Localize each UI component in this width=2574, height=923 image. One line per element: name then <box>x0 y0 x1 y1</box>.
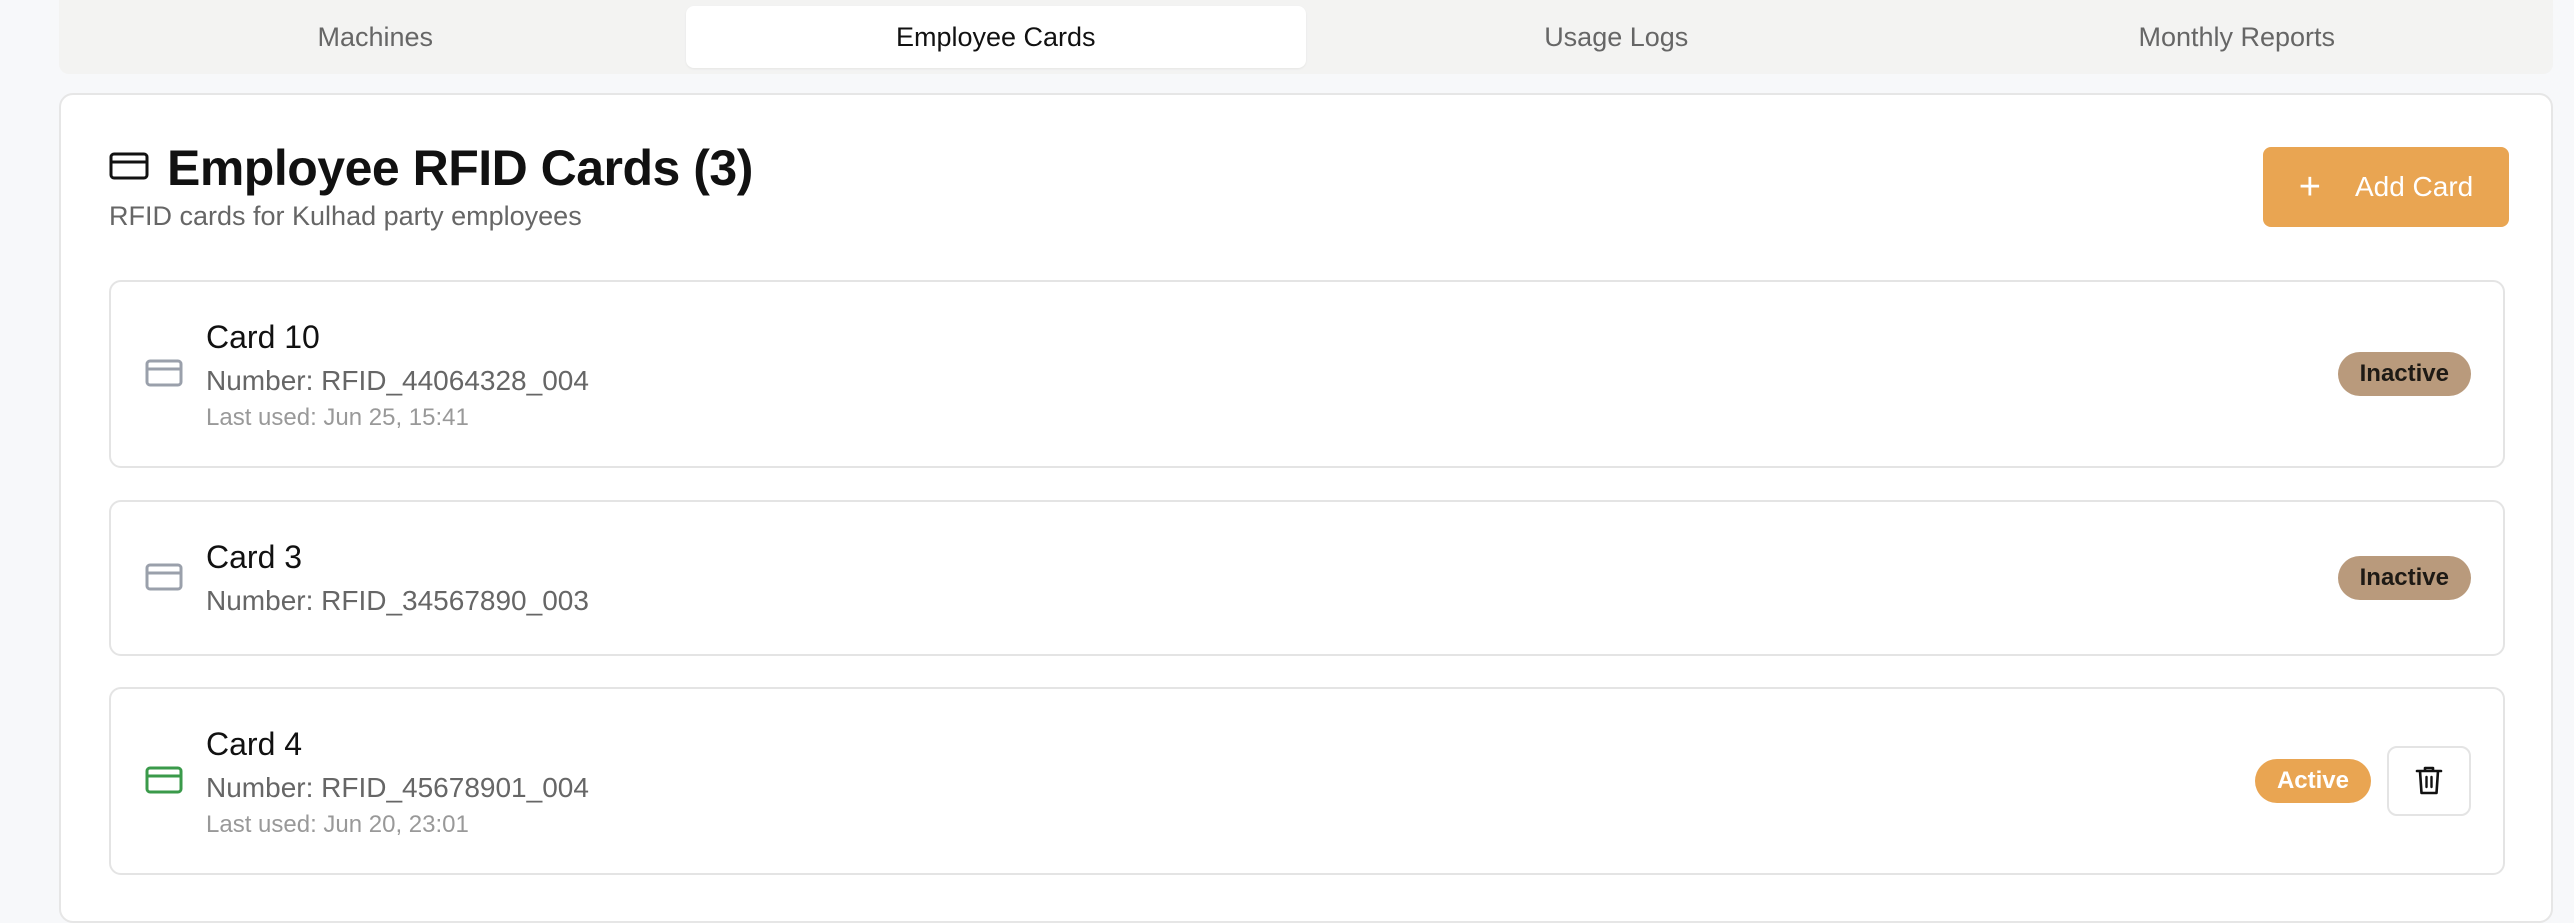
card-name: Card 3 <box>206 539 303 575</box>
tab-bar: Machines Employee Cards Usage Logs Month… <box>59 0 2553 74</box>
page-title: Employee RFID Cards (3) <box>167 140 753 196</box>
card-row: Card 10 Number: RFID_44064328_004 Last u… <box>109 280 2505 468</box>
card-name: Card 4 <box>206 726 303 762</box>
status-badge: Active <box>2254 759 2371 803</box>
credit-card-icon <box>145 765 183 800</box>
status-badge: Inactive <box>2337 352 2471 396</box>
card-name: Card 10 <box>206 319 320 355</box>
card-last-used: Last used: Jun 20, 23:01 <box>206 811 469 838</box>
tab-monthly-reports[interactable]: Monthly Reports <box>1927 6 2548 68</box>
card-number: Number: RFID_34567890_003 <box>206 585 589 616</box>
tab-machines[interactable]: Machines <box>65 6 686 68</box>
page-subtitle: RFID cards for Kulhad party employees <box>109 201 582 231</box>
tab-employee-cards[interactable]: Employee Cards <box>685 6 1306 68</box>
card-row: Card 4 Number: RFID_45678901_004 Last us… <box>109 687 2505 875</box>
card-number: Number: RFID_45678901_004 <box>206 772 589 803</box>
status-badge: Inactive <box>2337 556 2471 600</box>
trash-icon <box>2414 764 2444 799</box>
credit-card-icon <box>145 358 183 393</box>
employee-cards-panel: Employee RFID Cards (3) RFID cards for K… <box>59 93 2553 923</box>
plus-icon: + <box>2298 166 2321 208</box>
delete-card-button[interactable] <box>2387 746 2471 816</box>
card-last-used: Last used: Jun 25, 15:41 <box>206 404 469 431</box>
tab-usage-logs[interactable]: Usage Logs <box>1306 6 1927 68</box>
add-card-button[interactable]: + Add Card <box>2263 147 2509 227</box>
credit-card-icon <box>145 562 183 597</box>
card-number: Number: RFID_44064328_004 <box>206 365 589 396</box>
panel-header: Employee RFID Cards (3) RFID cards for K… <box>109 139 753 232</box>
add-card-label: Add Card <box>2354 171 2474 202</box>
card-row: Card 3 Number: RFID_34567890_003 Inactiv… <box>109 500 2505 656</box>
credit-card-icon <box>109 151 149 186</box>
